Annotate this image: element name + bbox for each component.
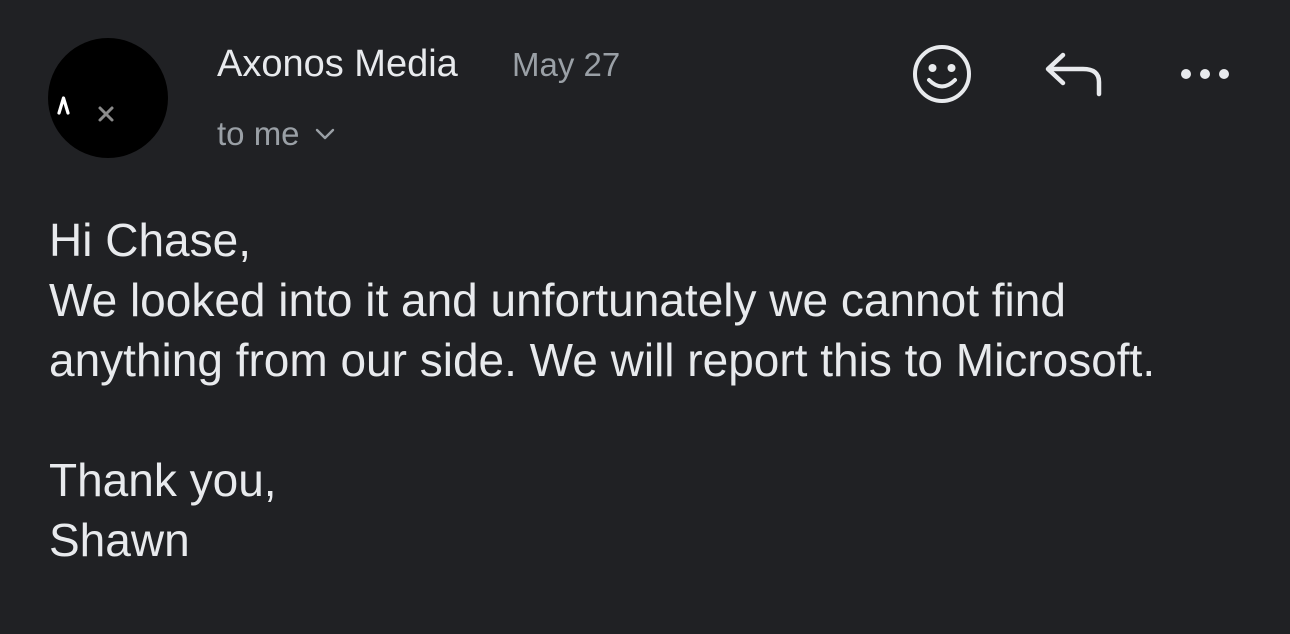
email-signature: Shawn [49, 514, 190, 566]
sender-avatar[interactable] [48, 38, 168, 158]
axonos-logo-icon [57, 96, 114, 122]
smiley-face-icon [913, 45, 971, 103]
email-closing: Thank you, [49, 454, 277, 506]
chevron-down-icon [315, 128, 334, 140]
reply-button[interactable] [1043, 49, 1105, 99]
recipient-details-toggle[interactable]: to me [217, 114, 336, 154]
email-paragraph: We looked into it and unfortunately we c… [49, 274, 1156, 386]
sender-name[interactable]: Axonos Media [217, 42, 458, 86]
add-reaction-button[interactable] [910, 42, 974, 106]
recipient-label: to me [217, 115, 300, 152]
more-options-button[interactable] [1178, 62, 1232, 86]
more-horizontal-icon [1181, 69, 1229, 79]
email-date: May 27 [512, 46, 621, 83]
email-greeting: Hi Chase, [49, 214, 251, 266]
reply-arrow-icon [1045, 52, 1102, 97]
email-body: Hi Chase, We looked into it and unfortun… [49, 210, 1249, 570]
